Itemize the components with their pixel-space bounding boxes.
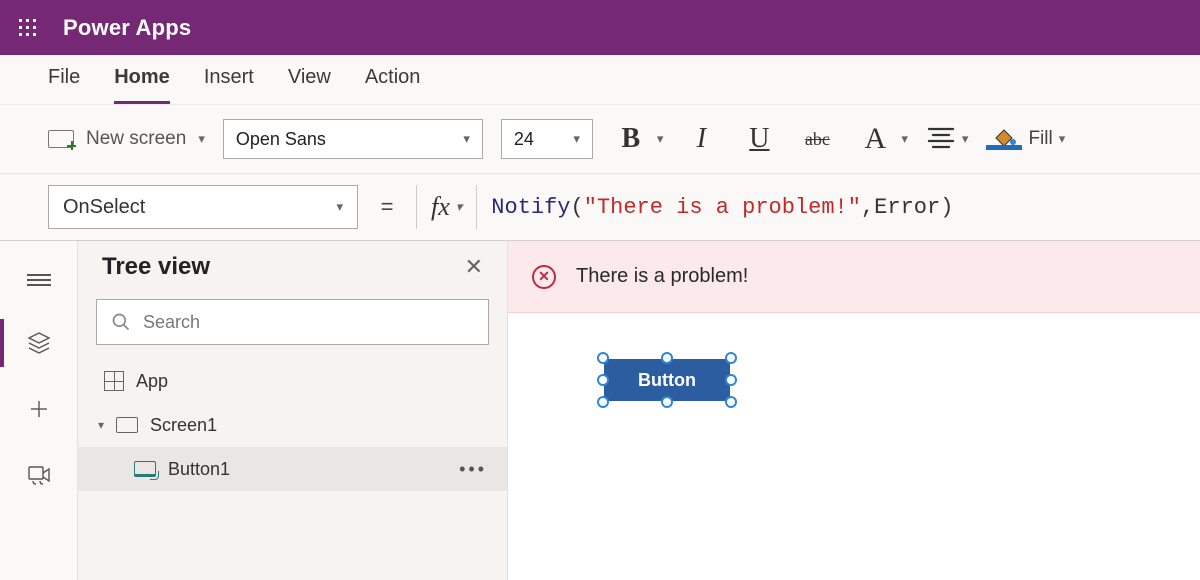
menu-file[interactable]: File — [48, 66, 80, 104]
chevron-down-icon: ▾ — [573, 131, 580, 147]
font-color-button[interactable]: A ▾ — [855, 126, 908, 152]
waffle-icon — [18, 18, 38, 38]
font-color-icon: A — [855, 126, 895, 152]
resize-handle-sw[interactable] — [597, 396, 609, 408]
chevron-down-icon: ▾ — [98, 418, 104, 432]
tree-item-app[interactable]: App — [78, 359, 507, 403]
search-icon — [111, 312, 131, 332]
bold-button[interactable]: B ▾ — [611, 123, 664, 155]
error-banner: ✕ There is a problem! — [508, 241, 1200, 313]
hamburger-button[interactable] — [0, 265, 77, 295]
screen-label: Screen1 — [150, 415, 217, 436]
left-rail — [0, 241, 78, 580]
layers-icon — [27, 331, 51, 355]
tree-header: Tree view ✕ — [78, 241, 507, 291]
italic-icon: I — [681, 123, 721, 155]
chevron-down-icon: ▾ — [657, 131, 664, 147]
formula-bar: OnSelect ▾ = fx ▾ Notify ( "There is a p… — [0, 173, 1200, 241]
chevron-down-icon: ▾ — [336, 199, 343, 215]
fill-button[interactable]: Fill ▾ — [986, 128, 1065, 150]
tree-title: Tree view — [102, 253, 210, 281]
formula-string: "There is a problem!" — [584, 195, 861, 220]
resize-handle-se[interactable] — [725, 396, 737, 408]
error-icon: ✕ — [532, 265, 556, 289]
search-placeholder: Search — [143, 312, 200, 333]
media-icon — [27, 463, 51, 487]
screen-icon — [116, 417, 138, 433]
equals-label: = — [372, 194, 402, 220]
plus-icon — [27, 397, 51, 421]
menu-action[interactable]: Action — [365, 66, 421, 104]
tree-panel: Tree view ✕ Search App ▾ Screen1 Button1… — [78, 241, 508, 580]
formula-input[interactable]: Notify ( "There is a problem!" , Error ) — [491, 195, 953, 220]
chevron-down-icon: ▾ — [1059, 131, 1066, 147]
font-value: Open Sans — [236, 129, 326, 150]
resize-handle-s[interactable] — [661, 396, 673, 408]
tree-item-screen1[interactable]: ▾ Screen1 — [78, 403, 507, 447]
chevron-down-icon: ▾ — [901, 131, 908, 147]
app-title: Power Apps — [63, 15, 191, 41]
font-select[interactable]: Open Sans ▾ — [223, 119, 483, 159]
chevron-down-icon: ▾ — [463, 131, 470, 147]
new-screen-button[interactable]: New screen ▾ — [48, 128, 205, 150]
menu-bar: File Home Insert View Action — [0, 55, 1200, 105]
media-rail-button[interactable] — [0, 457, 77, 493]
more-options-button[interactable]: ••• — [459, 459, 487, 480]
property-select[interactable]: OnSelect ▾ — [48, 185, 358, 229]
menu-insert[interactable]: Insert — [204, 66, 254, 104]
font-size-value: 24 — [514, 129, 534, 150]
title-bar: Power Apps — [0, 0, 1200, 55]
error-text: There is a problem! — [576, 265, 748, 288]
resize-handle-w[interactable] — [597, 374, 609, 386]
bold-icon: B — [611, 123, 651, 155]
screen-icon — [48, 130, 74, 148]
tree-search-input[interactable]: Search — [96, 299, 489, 345]
button-icon — [134, 461, 156, 477]
canvas-button-text: Button — [638, 370, 696, 391]
chevron-down-icon: ▾ — [962, 131, 969, 147]
font-size-select[interactable]: 24 ▾ — [501, 119, 593, 159]
hamburger-icon — [27, 271, 51, 289]
formula-close: ) — [940, 195, 953, 220]
resize-handle-n[interactable] — [661, 352, 673, 364]
menu-home[interactable]: Home — [114, 66, 170, 104]
close-tree-button[interactable]: ✕ — [465, 254, 483, 280]
formula-fn: Notify — [491, 195, 570, 220]
new-screen-label: New screen — [86, 128, 186, 150]
fill-icon — [986, 128, 1022, 150]
strike-button[interactable]: abc — [797, 129, 837, 150]
fill-label: Fill — [1028, 128, 1052, 150]
canvas[interactable]: ✕ There is a problem! Button — [508, 241, 1200, 580]
property-value: OnSelect — [63, 196, 145, 219]
chevron-down-icon: ▾ — [456, 199, 463, 215]
chevron-down-icon: ▾ — [198, 131, 205, 147]
button-label: Button1 — [168, 459, 230, 480]
italic-button[interactable]: I — [681, 123, 721, 155]
resize-handle-e[interactable] — [725, 374, 737, 386]
strike-icon: abc — [797, 129, 837, 150]
resize-handle-nw[interactable] — [597, 352, 609, 364]
formula-sep: , — [861, 195, 874, 220]
formula-open: ( — [571, 195, 584, 220]
app-label: App — [136, 371, 168, 392]
app-icon — [104, 371, 124, 391]
app-launcher-icon[interactable] — [0, 0, 55, 55]
menu-view[interactable]: View — [288, 66, 331, 104]
tree-view-rail-button[interactable] — [0, 325, 77, 361]
underline-icon: U — [739, 123, 779, 155]
resize-handle-ne[interactable] — [725, 352, 737, 364]
align-icon — [926, 122, 956, 157]
formula-arg2: Error — [874, 195, 940, 220]
insert-rail-button[interactable] — [0, 391, 77, 427]
canvas-button-control[interactable]: Button — [604, 359, 730, 401]
underline-button[interactable]: U — [739, 123, 779, 155]
toolbar: New screen ▾ Open Sans ▾ 24 ▾ B ▾ I U ab… — [0, 105, 1200, 173]
fx-icon: fx — [431, 192, 450, 222]
main-area: Tree view ✕ Search App ▾ Screen1 Button1… — [0, 241, 1200, 580]
align-button[interactable]: ▾ — [926, 122, 969, 157]
fx-button[interactable]: fx ▾ — [416, 185, 477, 229]
tree-item-button1[interactable]: Button1 ••• — [78, 447, 507, 491]
